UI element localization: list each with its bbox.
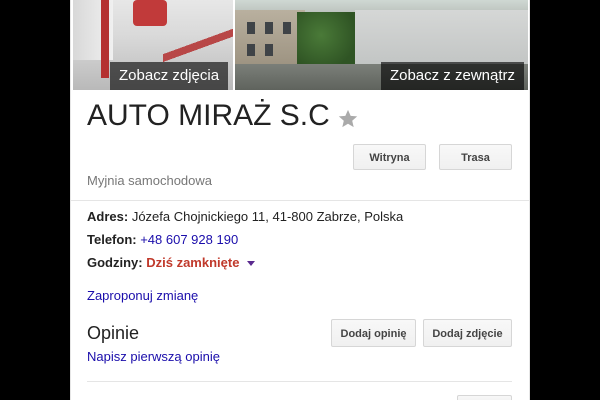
dropdown-caret-icon[interactable] <box>247 261 256 267</box>
photo-window <box>283 22 291 34</box>
address-label: Adres: <box>87 209 129 224</box>
photo-lift <box>101 0 109 78</box>
photo-window <box>265 44 273 56</box>
section-divider <box>71 200 529 201</box>
phone-row: Telefon: +48 607 928 190 <box>87 232 238 247</box>
website-button[interactable]: Witryna <box>353 144 426 170</box>
phone-label: Telefon: <box>87 232 137 247</box>
photo-window <box>247 44 255 56</box>
suggest-edit-link[interactable]: Zaproponuj zmianę <box>87 288 198 303</box>
interior-photo[interactable]: Zobacz zdjęcia <box>73 0 233 90</box>
street-view-photo[interactable]: Zobacz z zewnątrz <box>235 0 528 90</box>
hours-row: Godziny: Dziś zamknięte <box>87 255 256 270</box>
business-title: AUTO MIRAŻ S.C <box>87 99 330 132</box>
business-category: Myjnia samochodowa <box>87 173 213 188</box>
phone-link[interactable]: +48 607 928 190 <box>140 232 238 247</box>
reviews-heading: Opinie <box>87 323 140 343</box>
directions-button[interactable]: Trasa <box>439 144 512 170</box>
photo-window <box>265 22 273 34</box>
photo-window <box>247 22 255 34</box>
photo-trees <box>297 12 357 70</box>
photo-car <box>133 0 167 26</box>
see-photos-caption[interactable]: Zobacz zdjęcia <box>110 62 229 90</box>
add-review-button[interactable]: Dodaj opinię <box>331 319 416 347</box>
see-outside-caption[interactable]: Zobacz z zewnątrz <box>380 62 524 90</box>
write-first-review-link[interactable]: Napisz pierwszą opinię <box>87 349 220 364</box>
photo-strip: Zobacz zdjęcia Zobacz z zewnątrz <box>71 0 529 90</box>
hours-label: Godziny: <box>87 255 143 270</box>
knowledge-panel: Zobacz zdjęcia Zobacz z zewnątrz AUTO MI… <box>70 0 530 400</box>
add-photo-button[interactable]: Dodaj zdjęcie <box>423 319 512 347</box>
reviews-divider <box>87 381 512 382</box>
address-value: Józefa Chojnickiego 11, 41-800 Zabrze, P… <box>131 209 404 224</box>
partial-button[interactable] <box>457 395 512 400</box>
photo-house <box>235 10 305 70</box>
hours-status[interactable]: Dziś zamknięte <box>146 255 239 270</box>
save-star-icon[interactable] <box>337 108 359 130</box>
address-row: Adres: Józefa Chojnickiego 11, 41-800 Za… <box>87 209 403 224</box>
